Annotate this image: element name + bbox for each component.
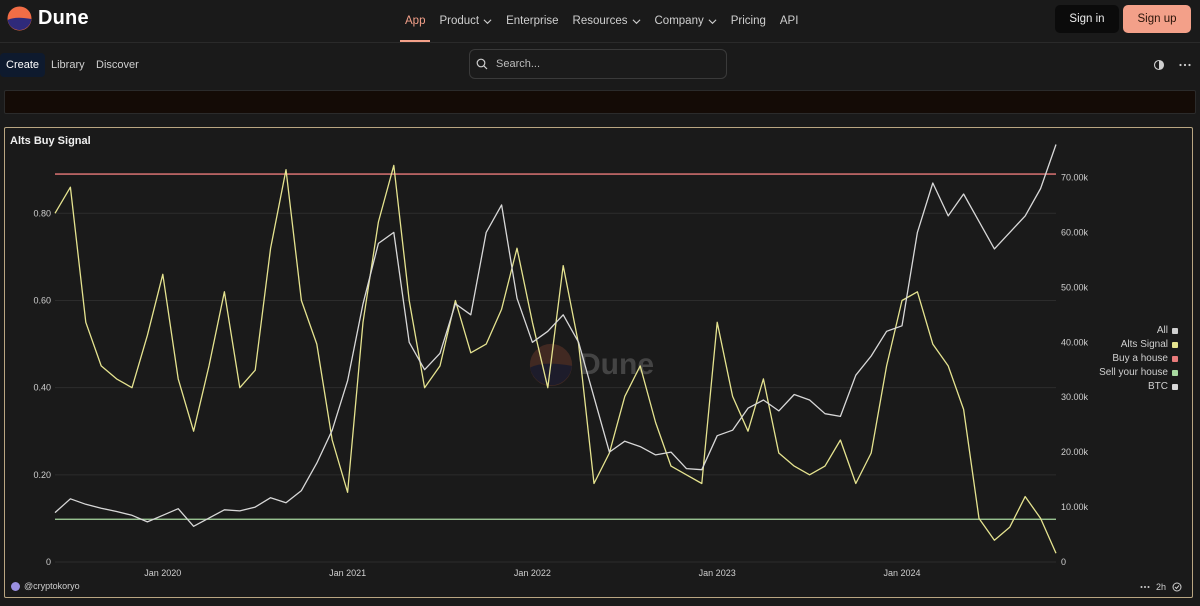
panel-footer-right: 2h [1140, 582, 1182, 592]
y-left-tick: 0.80 [33, 208, 51, 218]
y-left-tick: 0.40 [33, 383, 51, 393]
legend-swatch [1172, 383, 1178, 390]
dune-logo-icon [7, 6, 32, 31]
y-right-tick: 40.00k [1061, 337, 1089, 347]
theme-toggle-icon[interactable] [1152, 58, 1166, 72]
legend-item[interactable]: Sell your house [1099, 367, 1178, 378]
sign-up-button[interactable]: Sign up [1123, 5, 1191, 33]
legend-swatch [1172, 327, 1178, 334]
legend-swatch [1172, 341, 1178, 348]
nav-api[interactable]: API [780, 0, 799, 42]
y-left-tick: 0.60 [33, 295, 51, 305]
legend-swatch [1172, 355, 1178, 362]
legend-item[interactable]: All [1157, 325, 1178, 336]
y-left-tick: 0 [46, 557, 51, 567]
nav-app[interactable]: App [399, 0, 432, 42]
more-options-icon[interactable] [1140, 584, 1150, 590]
nav-product[interactable]: Product [439, 0, 492, 42]
series-btc [54, 144, 1057, 527]
search-icon [476, 58, 488, 70]
legend-label: BTC [1148, 381, 1168, 392]
y-right-tick: 50.00k [1061, 282, 1089, 292]
nav-company[interactable]: Company [655, 0, 717, 42]
x-tick: Jan 2024 [883, 568, 920, 578]
y-right-tick: 10.00k [1061, 502, 1089, 512]
nav-label: Enterprise [506, 15, 559, 27]
check-circle-icon [1172, 582, 1182, 592]
legend-swatch [1172, 369, 1178, 376]
search-box[interactable] [469, 49, 727, 79]
refresh-age: 2h [1155, 582, 1166, 592]
nav-label: API [779, 15, 799, 27]
chevron-down-icon [708, 18, 717, 24]
legend-label: Buy a house [1112, 353, 1168, 364]
chart-panel: Alts Buy Signal Dune 0 0.20 0.40 0.60 0.80 0 1… [4, 127, 1193, 598]
x-tick: Jan 2023 [699, 568, 736, 578]
main-nav: App Product Enterprise Resources Company Pric… [399, 0, 799, 42]
top-nav: Dune App Product Enterprise Resources Compan… [0, 0, 1200, 43]
dark-banner [4, 90, 1196, 114]
nav-resources[interactable]: Resources [573, 0, 641, 42]
query-author[interactable]: @cryptokoryo [11, 581, 80, 591]
legend-item[interactable]: Alts Signal [1121, 339, 1178, 350]
nav-label: Company [654, 15, 704, 27]
sign-in-button[interactable]: Sign in [1055, 5, 1119, 33]
y-left-tick: 0.20 [33, 470, 51, 480]
chart-legend: All Alts Signal Buy a house Sell your house… [1099, 325, 1178, 392]
x-tick: Jan 2021 [329, 568, 366, 578]
y-right-tick: 30.00k [1061, 392, 1089, 402]
tab-discover[interactable]: Discover [96, 53, 139, 77]
tab-library[interactable]: Library [51, 53, 85, 77]
nav-label: Pricing [730, 15, 766, 27]
nav-label: Resources [572, 15, 628, 27]
line-chart: 0 0.20 0.40 0.60 0.80 0 10.00k 20.00k 30.00k 40.0… [33, 144, 1089, 578]
author-avatar [11, 581, 20, 591]
x-tick: Jan 2022 [514, 568, 551, 578]
chevron-down-icon [632, 18, 640, 24]
search-input[interactable] [494, 57, 698, 71]
y-right-tick: 20.00k [1061, 447, 1089, 457]
nav-enterprise[interactable]: Enterprise [506, 0, 558, 42]
nav-label: Product [439, 15, 480, 27]
x-tick: Jan 2020 [144, 568, 181, 578]
y-right-tick: 70.00k [1061, 172, 1089, 182]
chevron-down-icon [483, 18, 492, 24]
legend-item[interactable]: Buy a house [1112, 353, 1178, 364]
dune-logo[interactable]: Dune [7, 6, 89, 31]
legend-label: Sell your house [1099, 367, 1168, 378]
brand-name: Dune [38, 7, 89, 29]
legend-item[interactable]: BTC [1148, 381, 1178, 392]
nav-pricing[interactable]: Pricing [731, 0, 766, 42]
y-right-tick: 60.00k [1061, 227, 1089, 237]
author-name: @cryptokoryo [24, 581, 80, 591]
more-icon[interactable] [1178, 58, 1192, 72]
y-right-tick: 0 [1061, 557, 1066, 567]
legend-label: All [1156, 325, 1168, 336]
tab-create[interactable]: Create [0, 53, 46, 77]
sub-nav: Create Library Discover [0, 43, 1200, 87]
nav-label: App [405, 15, 426, 27]
series-alts-signal [54, 164, 1057, 554]
legend-label: Alts Signal [1120, 339, 1168, 350]
